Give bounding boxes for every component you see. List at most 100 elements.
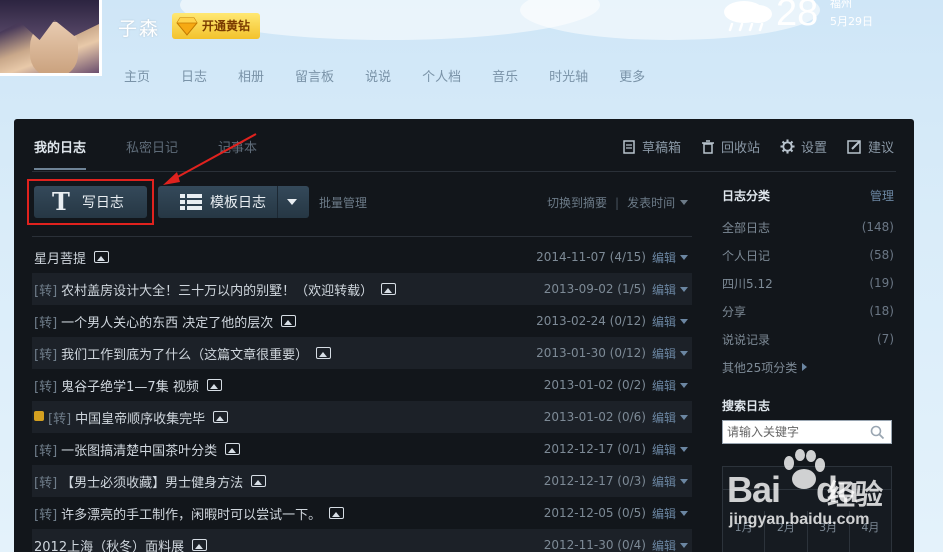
list-item[interactable]: [转] 鬼谷子绝学1—7集 视频 2013-01-02 (0/2) 编辑 bbox=[32, 369, 692, 401]
search-input[interactable] bbox=[723, 421, 863, 443]
category-item[interactable]: 个人日记 (58) bbox=[722, 241, 894, 269]
diary-title[interactable]: 一张图搞清楚中国茶叶分类 bbox=[61, 440, 217, 459]
edit-link[interactable]: 编辑 bbox=[652, 313, 676, 330]
rain-cloud-icon bbox=[724, 1, 772, 32]
vip-label: 开通黄钻 bbox=[202, 19, 251, 33]
manage-link[interactable]: 管理 bbox=[870, 187, 894, 204]
tab-private-diary[interactable]: 私密日记 bbox=[126, 137, 178, 170]
tab-notepad[interactable]: 记事本 bbox=[218, 137, 257, 170]
list-item[interactable]: [转] 许多漂亮的手工制作，闲暇时可以尝试一下。 2012-12-05 (0/5… bbox=[32, 497, 692, 529]
caret-down-icon[interactable] bbox=[680, 510, 688, 516]
main-nav: 主页 日志 相册 留言板 说说 个人档 音乐 时光轴 更多 bbox=[124, 66, 676, 85]
nav-profile[interactable]: 个人档 bbox=[422, 66, 461, 85]
drafts-label: 草稿箱 bbox=[641, 141, 681, 156]
caret-down-icon[interactable] bbox=[680, 350, 688, 356]
diary-meta: 2012-12-17 (0/1) 编辑 bbox=[544, 433, 688, 465]
diary-stats: (0/5) bbox=[617, 506, 646, 520]
caret-down-icon[interactable] bbox=[680, 286, 688, 292]
batch-manage-link[interactable]: 批量管理 bbox=[319, 194, 367, 211]
username[interactable]: 子森 bbox=[118, 14, 160, 41]
category-item[interactable]: 四川5.12 (19) bbox=[722, 269, 894, 297]
diary-title[interactable]: 星月菩提 bbox=[34, 248, 86, 267]
diary-stats: (0/2) bbox=[617, 378, 646, 392]
list-item[interactable]: [转] 中国皇帝顺序收集完毕 2013-01-02 (0/6) 编辑 bbox=[32, 401, 692, 433]
open-yellow-diamond-button[interactable]: 开通黄钻 bbox=[172, 13, 261, 39]
tab-my-blog[interactable]: 我的日志 bbox=[34, 137, 87, 170]
edit-link[interactable]: 编辑 bbox=[652, 345, 676, 362]
list-item[interactable]: 2012上海（秋冬）面料展 2012-11-30 (0/4) 编辑 bbox=[32, 529, 692, 552]
diary-date: 2014-11-07 bbox=[536, 250, 606, 264]
search-icon[interactable] bbox=[870, 425, 885, 440]
recycle-bin-button[interactable]: 回收站 bbox=[701, 137, 760, 156]
caret-down-icon[interactable] bbox=[680, 478, 688, 484]
edit-link[interactable]: 编辑 bbox=[652, 505, 676, 522]
suggest-button[interactable]: 建议 bbox=[847, 137, 894, 156]
diary-meta: 2012-11-30 (0/4) 编辑 bbox=[544, 529, 688, 552]
category-header: 日志分类 管理 bbox=[722, 187, 894, 204]
template-blog-button[interactable]: 模板日志 bbox=[158, 186, 309, 218]
caret-down-icon[interactable] bbox=[680, 542, 688, 548]
diary-title[interactable]: 我们工作到底为了什么（这篇文章很重要） bbox=[61, 344, 308, 363]
template-blog-label: 模板日志 bbox=[210, 195, 266, 211]
calendar-month[interactable]: 3月 bbox=[806, 511, 849, 552]
drafts-button[interactable]: 草稿箱 bbox=[622, 137, 681, 156]
caret-down-icon[interactable] bbox=[680, 318, 688, 324]
nav-timeline[interactable]: 时光轴 bbox=[549, 66, 588, 85]
edit-link[interactable]: 编辑 bbox=[652, 537, 676, 552]
diary-stats: (4/15) bbox=[609, 250, 646, 264]
calendar-month[interactable]: 1月 bbox=[723, 511, 764, 552]
edit-link[interactable]: 编辑 bbox=[652, 249, 676, 266]
diary-meta: 2013-02-24 (0/12) 编辑 bbox=[536, 305, 688, 337]
nav-music[interactable]: 音乐 bbox=[492, 66, 518, 85]
diary-stats: (0/6) bbox=[617, 410, 646, 424]
diary-title[interactable]: 一个男人关心的东西 决定了他的层次 bbox=[61, 312, 273, 331]
list-item[interactable]: [转] 农村盖房设计大全！三十万以内的别墅！（欢迎转载） 2013-09-02 … bbox=[32, 273, 692, 305]
diary-title[interactable]: 【男士必须收藏】男士健身方法 bbox=[61, 472, 243, 491]
category-item[interactable]: 说说记录 (7) bbox=[722, 325, 894, 353]
nav-more[interactable]: 更多 bbox=[619, 66, 645, 85]
list-item[interactable]: [转] 【男士必须收藏】男士健身方法 2012-12-17 (0/3) 编辑 bbox=[32, 465, 692, 497]
separator: | bbox=[615, 195, 620, 210]
nav-album[interactable]: 相册 bbox=[238, 66, 264, 85]
diary-title[interactable]: 2012上海（秋冬）面料展 bbox=[34, 536, 184, 552]
suggest-label: 建议 bbox=[867, 141, 894, 156]
list-item[interactable]: [转] 我们工作到底为了什么（这篇文章很重要） 2013-01-30 (0/12… bbox=[32, 337, 692, 369]
caret-down-icon[interactable] bbox=[680, 414, 688, 420]
list-item[interactable]: 星月菩提 2014-11-07 (4/15) 编辑 bbox=[32, 241, 692, 273]
diary-stats: (0/12) bbox=[609, 314, 646, 328]
calendar-month[interactable]: 4月 bbox=[848, 511, 891, 552]
more-categories-link[interactable]: 其他25项分类 bbox=[722, 353, 894, 381]
diary-title[interactable]: 许多漂亮的手工制作，闲暇时可以尝试一下。 bbox=[61, 504, 321, 523]
settings-button[interactable]: 设置 bbox=[780, 137, 827, 156]
diary-title[interactable]: 中国皇帝顺序收集完毕 bbox=[75, 408, 205, 427]
edit-link[interactable]: 编辑 bbox=[652, 441, 676, 458]
category-item[interactable]: 分享 (18) bbox=[722, 297, 894, 325]
sort-by-time-link[interactable]: 发表时间 bbox=[627, 194, 675, 211]
chevron-down-icon[interactable] bbox=[287, 199, 297, 205]
caret-down-icon[interactable] bbox=[680, 382, 688, 388]
diary-title[interactable]: 农村盖房设计大全！三十万以内的别墅！（欢迎转载） bbox=[61, 280, 373, 299]
caret-down-icon[interactable] bbox=[680, 200, 689, 205]
switch-summary-link[interactable]: 切换到摘要 bbox=[547, 194, 607, 211]
highlight-box bbox=[27, 179, 154, 225]
edit-link[interactable]: 编辑 bbox=[652, 409, 676, 426]
nav-home[interactable]: 主页 bbox=[124, 66, 150, 85]
avatar[interactable] bbox=[0, 0, 102, 76]
nav-blog[interactable]: 日志 bbox=[181, 66, 207, 85]
calendar-month[interactable]: 2月 bbox=[764, 511, 806, 552]
caret-down-icon[interactable] bbox=[680, 254, 688, 260]
edit-link[interactable]: 编辑 bbox=[652, 473, 676, 490]
diary-date: 2013-02-24 bbox=[536, 314, 606, 328]
list-item[interactable]: [转] 一个男人关心的东西 决定了他的层次 2013-02-24 (0/12) … bbox=[32, 305, 692, 337]
nav-guestbook[interactable]: 留言板 bbox=[295, 66, 334, 85]
edit-link[interactable]: 编辑 bbox=[652, 377, 676, 394]
edit-link[interactable]: 编辑 bbox=[652, 281, 676, 298]
diary-list: 星月菩提 2014-11-07 (4/15) 编辑 [转] 农村盖房设计大全！三… bbox=[32, 241, 692, 552]
category-item[interactable]: 全部日志 (148) bbox=[722, 213, 894, 241]
category-title: 日志分类 bbox=[722, 189, 771, 203]
list-item[interactable]: [转] 一张图搞清楚中国茶叶分类 2012-12-17 (0/1) 编辑 bbox=[32, 433, 692, 465]
settings-label: 设置 bbox=[800, 141, 827, 156]
diary-title[interactable]: 鬼谷子绝学1—7集 视频 bbox=[61, 376, 199, 395]
caret-down-icon[interactable] bbox=[680, 446, 688, 452]
nav-shuoshuo[interactable]: 说说 bbox=[365, 66, 391, 85]
